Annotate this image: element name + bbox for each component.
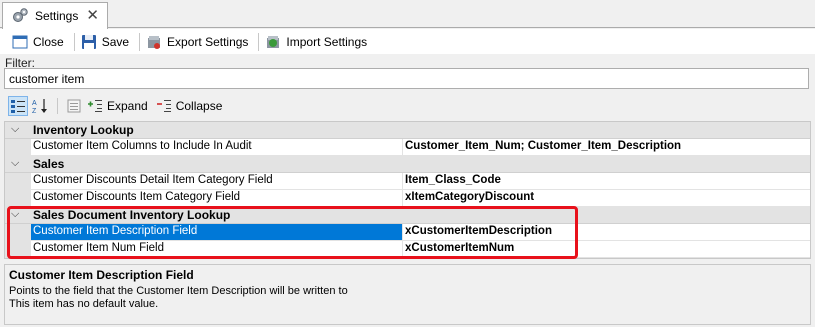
category-sales[interactable]: ⌵ Sales — [5, 156, 810, 173]
expand-icon — [88, 100, 102, 112]
alphabetical-icon: A Z — [32, 99, 47, 114]
import-label: Import Settings — [286, 34, 368, 49]
svg-text:A: A — [32, 100, 37, 107]
close-button[interactable]: Close — [10, 31, 70, 53]
property-name[interactable]: Customer Item Columns to Include In Audi… — [31, 139, 403, 156]
category-label: Sales — [33, 157, 65, 171]
toolbar-divider — [258, 32, 260, 51]
description-default-note: This item has no default value. — [9, 298, 159, 310]
property-pages-icon — [67, 99, 81, 113]
main-toolbar: Close Save Export Settings Import Settin… — [0, 29, 815, 54]
property-value[interactable]: Item_Class_Code — [403, 173, 810, 190]
category-label: Inventory Lookup — [33, 123, 134, 137]
export-label: Export Settings — [167, 34, 249, 49]
highlight-annotation — [7, 206, 578, 259]
categorized-icon — [11, 100, 25, 113]
category-inventory-lookup[interactable]: ⌵ Inventory Lookup — [5, 122, 810, 139]
row-gutter — [5, 173, 31, 190]
save-label: Save — [101, 34, 130, 49]
toolbar-divider — [139, 32, 141, 51]
row-gutter — [5, 139, 31, 156]
tab-title: Settings — [35, 9, 79, 23]
property-value[interactable]: Customer_Item_Num; Customer_Item_Descrip… — [403, 139, 810, 156]
export-icon — [148, 35, 161, 49]
import-settings-button[interactable]: Import Settings — [263, 31, 373, 53]
tab-strip: Settings ✕ — [0, 0, 815, 29]
toolbar-divider — [73, 32, 75, 51]
property-name[interactable]: Customer Discounts Item Category Field — [31, 190, 403, 207]
alphabetical-button[interactable]: A Z — [31, 96, 51, 116]
chevron-down-icon[interactable]: ⌵ — [11, 157, 19, 170]
import-icon — [267, 35, 280, 48]
description-panel: Customer Item Description Field Points t… — [4, 264, 811, 325]
property-value[interactable]: xItemCategoryDiscount — [403, 190, 810, 207]
chevron-down-icon[interactable]: ⌵ — [11, 123, 19, 136]
toolbar-divider — [57, 98, 58, 114]
expand-label: Expand — [107, 99, 148, 113]
window-icon — [12, 35, 28, 48]
property-grid-toolbar: A Z Expand Collapse — [4, 94, 811, 118]
property-row[interactable]: Customer Discounts Detail Item Category … — [5, 173, 810, 190]
export-settings-button[interactable]: Export Settings — [144, 31, 254, 53]
collapse-icon — [156, 100, 171, 112]
close-icon[interactable]: ✕ — [86, 7, 99, 24]
collapse-label: Collapse — [175, 99, 223, 113]
save-button[interactable]: Save — [79, 31, 135, 53]
close-label: Close — [33, 34, 64, 49]
svg-text:Z: Z — [32, 108, 37, 114]
property-pages-button[interactable] — [64, 96, 84, 116]
expand-button[interactable]: Expand — [87, 99, 148, 113]
tab-settings[interactable]: Settings ✕ — [2, 2, 108, 29]
collapse-button[interactable]: Collapse — [156, 99, 223, 113]
description-text: Points to the field that the Customer It… — [9, 285, 348, 297]
property-row[interactable]: Customer Discounts Item Category Field x… — [5, 190, 810, 207]
property-row[interactable]: Customer Item Columns to Include In Audi… — [5, 139, 810, 156]
categorized-button[interactable] — [8, 96, 28, 116]
row-gutter — [5, 190, 31, 207]
description-title: Customer Item Description Field — [9, 268, 194, 282]
gear-icon — [13, 8, 28, 22]
property-name[interactable]: Customer Discounts Detail Item Category … — [31, 173, 403, 190]
filter-input[interactable] — [4, 68, 809, 89]
save-icon — [81, 34, 96, 49]
